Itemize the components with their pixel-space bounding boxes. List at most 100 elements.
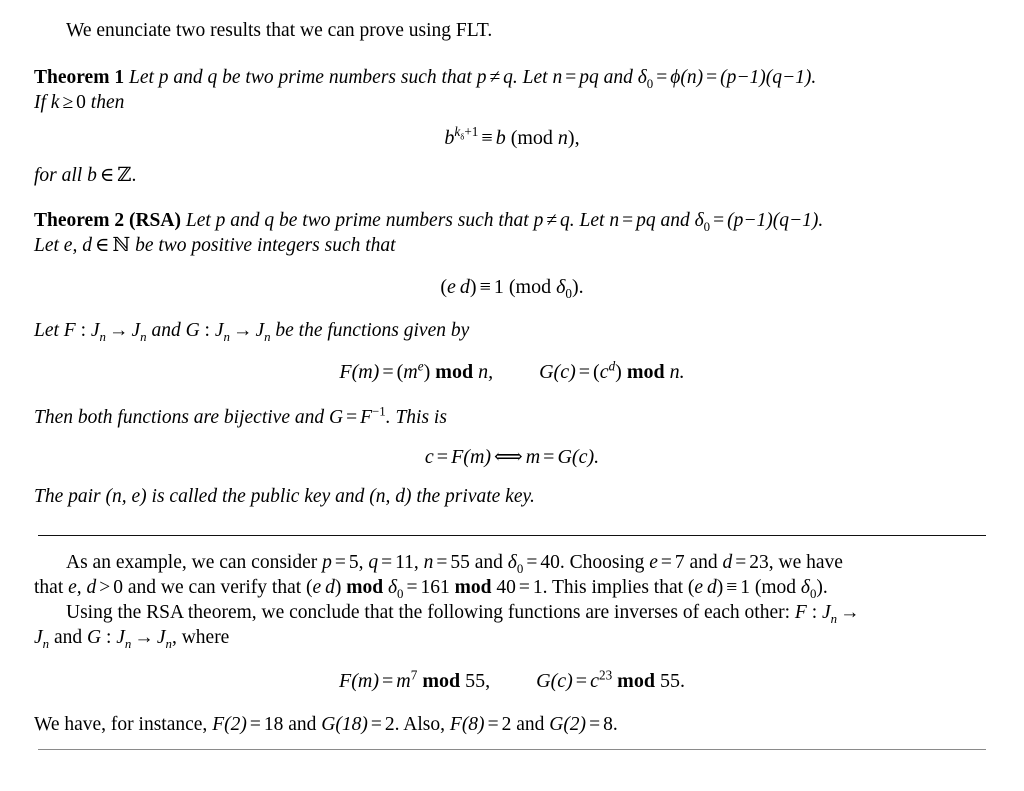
theorem-1-closing-b: b (87, 165, 97, 186)
final-G2: G (549, 714, 564, 735)
concrete-functions-equation: F(m) = m7 mod 55, G(c) = c23 mod 55. (34, 668, 990, 694)
equals-sign: = (735, 552, 747, 573)
eq2-one: 1 (493, 276, 504, 298)
theorem-2-factored: (p−1)(q−1). (727, 210, 824, 231)
rsa-and: and (53, 627, 83, 648)
congruent-icon: ≡ (479, 276, 491, 298)
arrow-right-icon: → (134, 627, 154, 648)
equivalence-equation: c = F(m) ⟺ m = G(c). (34, 444, 990, 470)
eq2-d: d (459, 276, 470, 298)
arrow-right-icon: → (840, 602, 860, 623)
theorem-2-delta: δ (694, 210, 704, 231)
keys-statement: The pair (n, e) is called the public key… (34, 484, 990, 509)
eq3-G-close: ) (615, 361, 622, 383)
bijective-G: G (328, 407, 344, 428)
rsa-colon-1: : (811, 602, 818, 623)
eq5-F-arg: (m) (351, 670, 380, 692)
equals-sign: = (249, 714, 261, 735)
theorem-1-phi: ϕ (670, 67, 681, 88)
equals-sign: = (487, 714, 499, 735)
theorem-2-block: Theorem 2 (RSA) Let p and q be two prime… (34, 210, 824, 256)
equals-sign: = (656, 67, 668, 88)
eq2-close: ) (469, 276, 477, 298)
eq4-c: c (424, 446, 434, 468)
example-congruent-one: 1 (740, 577, 750, 598)
keys-text-1: The pair (34, 486, 101, 507)
eq5-F: F (339, 670, 352, 692)
example-ed-close: ) (334, 577, 342, 598)
example-q: q (368, 552, 379, 573)
example-p-value: 5, (348, 552, 364, 573)
eq3-F-base: m (403, 361, 418, 383)
example-ed-e: e (312, 577, 322, 598)
colon-2: : (204, 320, 210, 341)
theorem-1-factored: (p−1)(q−1). (720, 67, 817, 88)
rsa-set-J-2-sub: n (42, 636, 50, 651)
theorem-2-neq-lhs: p (533, 210, 544, 231)
equals-sign: = (346, 407, 358, 428)
theorem-2-text-2: be two prime numbers such that (279, 210, 529, 231)
example-delta-value: 40. (540, 552, 565, 573)
rsa-G: G (87, 627, 102, 648)
eq4-G: G (557, 446, 572, 468)
eq5-G: G (536, 670, 551, 692)
final-and-2: and (516, 714, 545, 735)
example-p: p (322, 552, 332, 573)
equals-sign: = (406, 577, 418, 598)
arrow-right-icon: → (232, 320, 253, 341)
example-we-have: we have (778, 552, 843, 573)
theorem-2-and-2: and (660, 210, 690, 231)
not-equal-icon: ≠ (489, 67, 501, 88)
rsa-application-paragraph: Using the RSA theorem, we conclude that … (34, 600, 990, 650)
theorem-1-neq-rhs: q (503, 67, 513, 88)
eq3-G-arg: (c) (553, 361, 576, 383)
functions-intro-and: and (151, 320, 181, 341)
theorem-1-text-2: be two prime numbers such that (222, 67, 472, 88)
example-40: 40 (496, 577, 516, 598)
set-J-4: J (255, 320, 265, 341)
equals-sign: = (518, 577, 530, 598)
theorem-1-neq-lhs: p (476, 67, 487, 88)
rsa-set-J-3: J (116, 627, 125, 648)
theorem-1-if: If (34, 92, 46, 113)
example-impl-e: e (694, 577, 704, 598)
example-zero: 0 (113, 577, 124, 598)
example-delta: δ (507, 552, 517, 573)
example-q-value: 11, (395, 552, 419, 573)
eq4-F: F (451, 446, 464, 468)
example-n-value: 55 (450, 552, 470, 573)
theorem-1-equation: bkδ+1 ≡ b (mod n), (34, 125, 990, 151)
not-equal-icon: ≠ (546, 210, 558, 231)
arrow-right-icon: → (108, 320, 129, 341)
theorem-1-closing-set: ℤ. (117, 165, 137, 186)
eq5-c: c (590, 670, 599, 692)
element-of-icon: ∈ (99, 165, 115, 186)
example-e: e (649, 552, 658, 573)
theorem-1-zero: 0 (76, 92, 86, 113)
bijective-F: F (360, 407, 372, 428)
theorem-2-var-q: q (264, 210, 275, 231)
eq3-F: F (339, 361, 352, 383)
eq5-G-arg: (c) (550, 670, 573, 692)
eq4-F-arg: (m) (463, 446, 492, 468)
equals-sign: = (382, 361, 394, 383)
colon-1: : (80, 320, 87, 341)
equals-sign: = (578, 361, 591, 383)
eq5-mod-op-1: mod (422, 670, 461, 692)
public-key-pair: (n, e) (105, 486, 147, 507)
theorem-1-label: Theorem 1 (34, 67, 125, 88)
eq5-c-exponent: 23 (598, 667, 613, 683)
equals-sign: = (381, 552, 393, 573)
functions-intro-let: Let (34, 320, 59, 341)
equals-sign: = (334, 552, 346, 573)
bijective-inverse-exponent: −1 (372, 404, 386, 419)
theorem-1-var-p: p (158, 67, 169, 88)
eq3-G-open: ( (593, 361, 600, 383)
equals-sign: = (660, 552, 672, 573)
